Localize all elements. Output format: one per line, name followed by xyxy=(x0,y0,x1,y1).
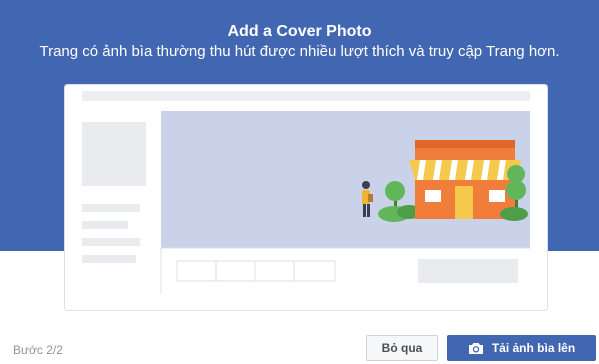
dialog-title: Add a Cover Photo xyxy=(227,23,372,40)
preview-tab xyxy=(254,260,295,282)
page-preview-illustration xyxy=(64,84,548,311)
preview-tab xyxy=(293,260,336,282)
step-indicator: Bước 2/2 xyxy=(13,343,63,357)
preview-tab xyxy=(176,260,217,282)
preview-tab xyxy=(215,260,256,282)
preview-top-bar xyxy=(82,91,530,101)
upload-cover-button-label: Tải ảnh bìa lên xyxy=(491,341,576,355)
preview-profile-picture xyxy=(82,122,146,186)
upload-cover-button[interactable]: Tải ảnh bìa lên xyxy=(447,335,596,361)
camera-icon xyxy=(468,342,484,355)
dialog-subtitle: Trang có ảnh bìa thường thu hút được nhi… xyxy=(39,43,560,60)
preview-action-button xyxy=(418,259,518,283)
house-icon xyxy=(409,140,521,219)
skip-button[interactable]: Bỏ qua xyxy=(366,335,438,361)
skip-button-label: Bỏ qua xyxy=(381,341,423,355)
